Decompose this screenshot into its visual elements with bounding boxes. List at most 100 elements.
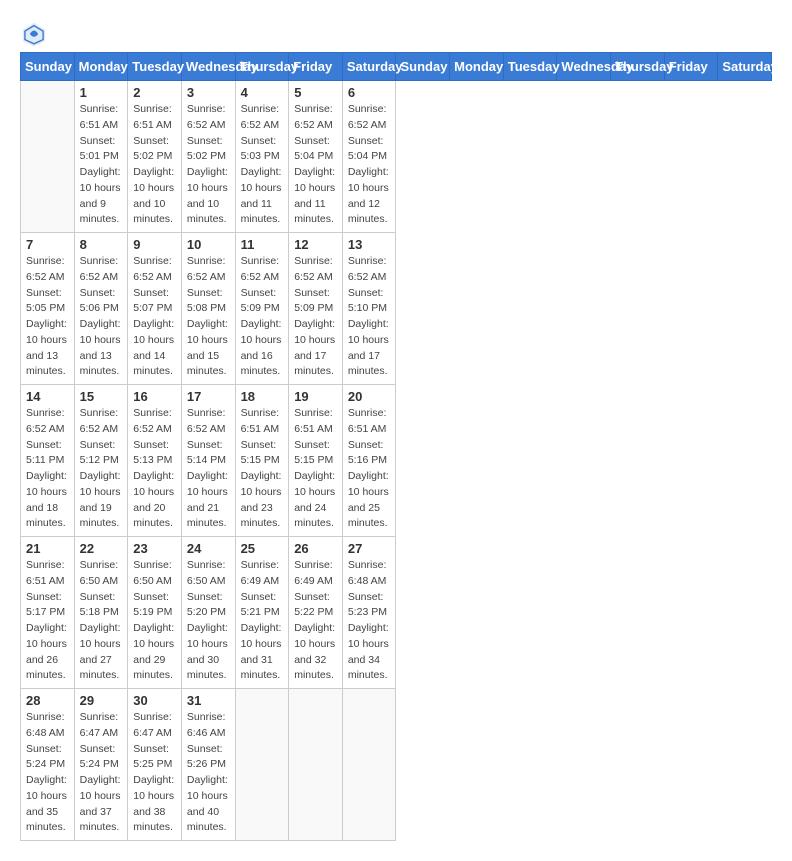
day-info: Sunrise: 6:52 AM Sunset: 5:06 PM Dayligh… [80, 254, 123, 380]
calendar-cell [289, 689, 343, 841]
calendar-cell: 30Sunrise: 6:47 AM Sunset: 5:25 PM Dayli… [128, 689, 182, 841]
calendar-cell: 26 Sunrise: 6:49 AM Sunset: 5:22 PM Dayli… [289, 537, 343, 689]
calendar-cell: 16Sunrise: 6:52 AM Sunset: 5:13 PM Dayli… [128, 385, 182, 537]
day-info: Sunrise: 6:52 AM Sunset: 5:04 PM Dayligh… [294, 102, 337, 228]
day-info: Sunrise: 6:52 AM Sunset: 5:03 PM Dayligh… [241, 102, 284, 228]
calendar-cell: 15Sunrise: 6:52 AM Sunset: 5:12 PM Dayli… [74, 385, 128, 537]
day-number: 31 [187, 693, 230, 708]
week-row-2: 7 Sunrise: 6:52 AM Sunset: 5:05 PM Daylig… [21, 233, 772, 385]
day-info: Sunrise: 6:50 AM Sunset: 5:18 PM Dayligh… [80, 558, 123, 684]
day-number: 30 [133, 693, 176, 708]
day-number: 19 [294, 389, 337, 404]
day-info: Sunrise: 6:52 AM Sunset: 5:14 PM Dayligh… [187, 406, 230, 532]
calendar-cell: 23Sunrise: 6:50 AM Sunset: 5:19 PM Dayli… [128, 537, 182, 689]
day-info: Sunrise: 6:52 AM Sunset: 5:05 PM Dayligh… [26, 254, 69, 380]
week-row-3: 14 Sunrise: 6:52 AM Sunset: 5:11 PM Dayli… [21, 385, 772, 537]
day-info: Sunrise: 6:52 AM Sunset: 5:04 PM Dayligh… [348, 102, 391, 228]
day-info: Sunrise: 6:52 AM Sunset: 5:09 PM Dayligh… [241, 254, 284, 380]
day-header-monday: Monday [450, 53, 504, 81]
day-number: 15 [80, 389, 123, 404]
day-info: Sunrise: 6:48 AM Sunset: 5:23 PM Dayligh… [348, 558, 391, 684]
day-number: 2 [133, 85, 176, 100]
header-row: SundayMondayTuesdayWednesdayThursdayFrid… [21, 53, 772, 81]
day-number: 7 [26, 237, 69, 252]
calendar-cell [342, 689, 396, 841]
day-info: Sunrise: 6:46 AM Sunset: 5:26 PM Dayligh… [187, 710, 230, 836]
calendar-cell: 7 Sunrise: 6:52 AM Sunset: 5:05 PM Daylig… [21, 233, 75, 385]
day-info: Sunrise: 6:50 AM Sunset: 5:19 PM Dayligh… [133, 558, 176, 684]
day-number: 1 [80, 85, 123, 100]
day-number: 20 [348, 389, 391, 404]
day-number: 11 [241, 237, 284, 252]
day-header-thursday: Thursday [235, 53, 289, 81]
day-number: 26 [294, 541, 337, 556]
calendar-cell: 24 Sunrise: 6:50 AM Sunset: 5:20 PM Dayli… [181, 537, 235, 689]
day-number: 27 [348, 541, 391, 556]
day-number: 4 [241, 85, 284, 100]
week-row-4: 21Sunrise: 6:51 AM Sunset: 5:17 PM Dayli… [21, 537, 772, 689]
day-info: Sunrise: 6:52 AM Sunset: 5:08 PM Dayligh… [187, 254, 230, 380]
day-number: 17 [187, 389, 230, 404]
day-header-tuesday: Tuesday [503, 53, 557, 81]
calendar-cell [235, 689, 289, 841]
calendar-cell: 29Sunrise: 6:47 AM Sunset: 5:24 PM Dayli… [74, 689, 128, 841]
calendar-cell: 5 Sunrise: 6:52 AM Sunset: 5:04 PM Daylig… [289, 81, 343, 233]
calendar-cell: 3 Sunrise: 6:52 AM Sunset: 5:02 PM Daylig… [181, 81, 235, 233]
calendar-cell: 22Sunrise: 6:50 AM Sunset: 5:18 PM Dayli… [74, 537, 128, 689]
calendar-cell: 20 Sunrise: 6:51 AM Sunset: 5:16 PM Dayli… [342, 385, 396, 537]
logo-icon [20, 20, 48, 48]
day-number: 25 [241, 541, 284, 556]
week-row-5: 28Sunrise: 6:48 AM Sunset: 5:24 PM Dayli… [21, 689, 772, 841]
calendar-cell: 19 Sunrise: 6:51 AM Sunset: 5:15 PM Dayli… [289, 385, 343, 537]
day-info: Sunrise: 6:52 AM Sunset: 5:11 PM Dayligh… [26, 406, 69, 532]
day-number: 14 [26, 389, 69, 404]
day-info: Sunrise: 6:49 AM Sunset: 5:22 PM Dayligh… [294, 558, 337, 684]
day-info: Sunrise: 6:51 AM Sunset: 5:15 PM Dayligh… [294, 406, 337, 532]
day-number: 29 [80, 693, 123, 708]
calendar-cell: 31 Sunrise: 6:46 AM Sunset: 5:26 PM Dayli… [181, 689, 235, 841]
calendar-cell: 2 Sunrise: 6:51 AM Sunset: 5:02 PM Daylig… [128, 81, 182, 233]
calendar-cell: 11 Sunrise: 6:52 AM Sunset: 5:09 PM Dayli… [235, 233, 289, 385]
day-number: 24 [187, 541, 230, 556]
calendar-cell: 4 Sunrise: 6:52 AM Sunset: 5:03 PM Daylig… [235, 81, 289, 233]
calendar-cell: 12 Sunrise: 6:52 AM Sunset: 5:09 PM Dayli… [289, 233, 343, 385]
calendar-cell: 18 Sunrise: 6:51 AM Sunset: 5:15 PM Dayli… [235, 385, 289, 537]
calendar-cell: 8 Sunrise: 6:52 AM Sunset: 5:06 PM Daylig… [74, 233, 128, 385]
day-info: Sunrise: 6:51 AM Sunset: 5:01 PM Dayligh… [80, 102, 123, 228]
day-info: Sunrise: 6:51 AM Sunset: 5:16 PM Dayligh… [348, 406, 391, 532]
day-number: 13 [348, 237, 391, 252]
day-number: 16 [133, 389, 176, 404]
calendar-cell: 28Sunrise: 6:48 AM Sunset: 5:24 PM Dayli… [21, 689, 75, 841]
day-header-saturday: Saturday [342, 53, 396, 81]
day-info: Sunrise: 6:51 AM Sunset: 5:15 PM Dayligh… [241, 406, 284, 532]
day-info: Sunrise: 6:52 AM Sunset: 5:10 PM Dayligh… [348, 254, 391, 380]
week-row-1: 1 Sunrise: 6:51 AM Sunset: 5:01 PM Daylig… [21, 81, 772, 233]
day-info: Sunrise: 6:52 AM Sunset: 5:02 PM Dayligh… [187, 102, 230, 228]
day-number: 21 [26, 541, 69, 556]
calendar-cell: 13 Sunrise: 6:52 AM Sunset: 5:10 PM Dayli… [342, 233, 396, 385]
day-header-wednesday: Wednesday [181, 53, 235, 81]
day-number: 8 [80, 237, 123, 252]
day-number: 10 [187, 237, 230, 252]
day-number: 5 [294, 85, 337, 100]
calendar-cell: 1 Sunrise: 6:51 AM Sunset: 5:01 PM Daylig… [74, 81, 128, 233]
calendar-cell: 6Sunrise: 6:52 AM Sunset: 5:04 PM Daylig… [342, 81, 396, 233]
day-header-thursday: Thursday [611, 53, 665, 81]
day-number: 12 [294, 237, 337, 252]
day-number: 3 [187, 85, 230, 100]
day-info: Sunrise: 6:50 AM Sunset: 5:20 PM Dayligh… [187, 558, 230, 684]
day-header-sunday: Sunday [396, 53, 450, 81]
day-header-friday: Friday [664, 53, 718, 81]
day-header-tuesday: Tuesday [128, 53, 182, 81]
day-number: 28 [26, 693, 69, 708]
calendar-cell: 14 Sunrise: 6:52 AM Sunset: 5:11 PM Dayli… [21, 385, 75, 537]
day-info: Sunrise: 6:51 AM Sunset: 5:02 PM Dayligh… [133, 102, 176, 228]
page-header [20, 20, 772, 48]
calendar-cell: 10 Sunrise: 6:52 AM Sunset: 5:08 PM Dayli… [181, 233, 235, 385]
day-number: 18 [241, 389, 284, 404]
calendar-cell: 25Sunrise: 6:49 AM Sunset: 5:21 PM Dayli… [235, 537, 289, 689]
day-header-wednesday: Wednesday [557, 53, 611, 81]
day-info: Sunrise: 6:52 AM Sunset: 5:09 PM Dayligh… [294, 254, 337, 380]
logo [20, 20, 52, 48]
calendar-cell: 17 Sunrise: 6:52 AM Sunset: 5:14 PM Dayli… [181, 385, 235, 537]
